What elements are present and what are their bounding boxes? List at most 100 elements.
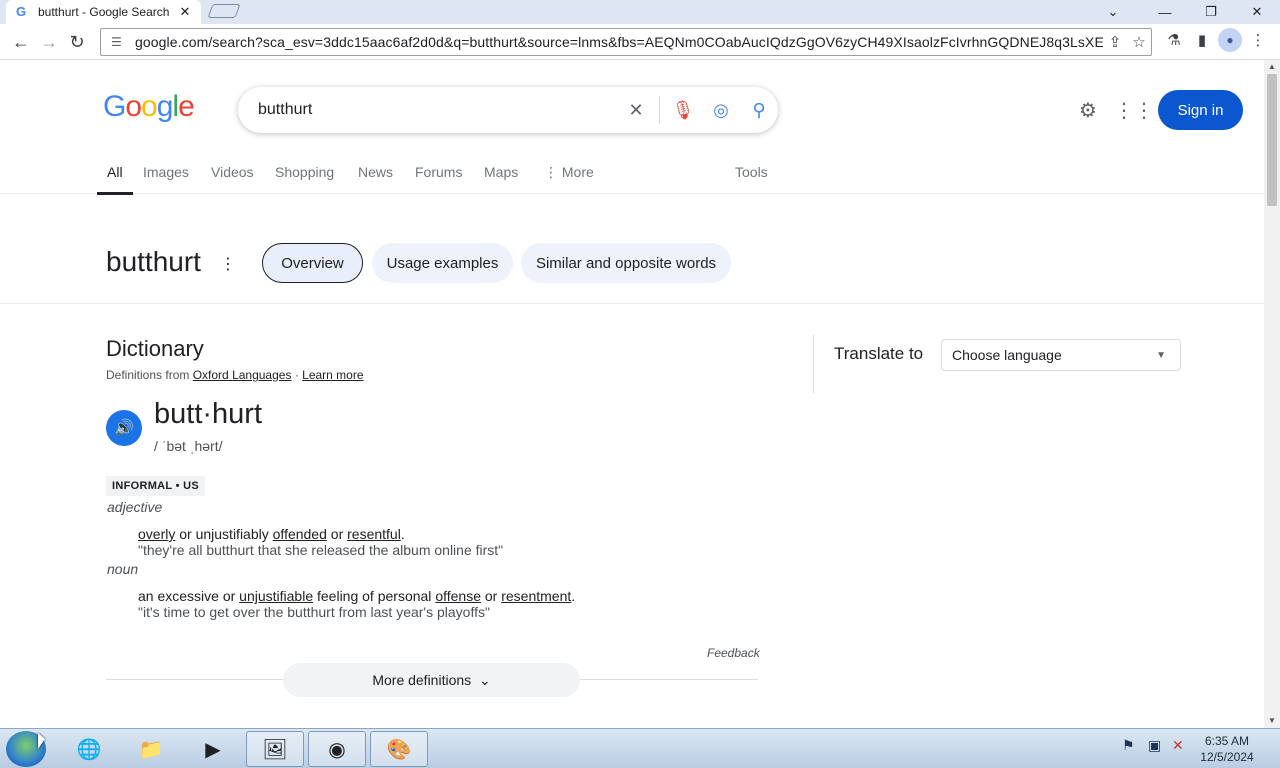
more-definitions-label: More definitions [372, 672, 472, 688]
definition-text: an excessive or unjustifiable feeling of… [138, 588, 575, 604]
windows-taskbar: 🌐 📁 ▶ 🖼 ◉ 🎨 ⚑ ▣ ✕ 6:35 AM 12/5/2024 [0, 728, 1280, 768]
paint-icon[interactable]: 🎨 [370, 731, 428, 767]
dropdown-arrow-icon: ▼ [1156, 349, 1166, 361]
reload-button[interactable]: ↻ [64, 30, 90, 54]
word-options-icon[interactable]: ⋮ [220, 254, 236, 274]
close-window-button[interactable]: ✕ [1234, 0, 1280, 24]
restore-button[interactable]: ❐ [1188, 0, 1234, 24]
chrome-taskbar-icon[interactable]: ◉ [308, 731, 366, 767]
feedback-link[interactable]: Feedback [707, 646, 760, 660]
address-bar[interactable]: ☰ google.com/search?sca_esv=3ddc15aac6af… [100, 28, 1152, 56]
scroll-up-icon[interactable]: ▲ [1264, 60, 1280, 74]
system-clock[interactable]: 6:35 AM 12/5/2024 [1196, 733, 1258, 765]
tab-more-label: More [561, 164, 594, 180]
google-favicon-icon: G [15, 4, 27, 19]
settings-gear-icon[interactable]: ⚙ [1074, 96, 1102, 124]
back-button[interactable]: ← [8, 30, 34, 54]
translate-label: Translate to [834, 344, 924, 363]
tab-shopping[interactable]: Shopping [275, 164, 334, 180]
more-definitions-button[interactable]: More definitions ⌄ [283, 663, 580, 697]
profile-avatar-icon[interactable]: ● [1218, 28, 1242, 52]
definition-fragment: feeling of personal [313, 588, 436, 604]
tab-images[interactable]: Images [143, 164, 189, 180]
scroll-down-icon[interactable]: ▼ [1264, 714, 1280, 728]
ie-browser-icon[interactable]: 🌐 [60, 731, 118, 767]
search-tabs: All Images Videos Shopping News Forums M… [0, 156, 1264, 195]
definition-fragment: . [400, 526, 405, 542]
example-sentence: "it's time to get over the butthurt from… [138, 604, 490, 620]
clock-time: 6:35 AM [1204, 734, 1250, 748]
clear-icon[interactable]: ✕ [617, 100, 655, 121]
chip-similar-opposite[interactable]: Similar and opposite words [521, 243, 731, 283]
tab-maps[interactable]: Maps [484, 164, 518, 180]
labs-flask-icon[interactable]: ⚗ [1162, 28, 1186, 52]
register-tag: INFORMAL • US [106, 476, 205, 496]
source-prefix: Definitions from [106, 368, 190, 382]
search-icon[interactable]: ⚲ [740, 100, 778, 121]
part-of-speech: adjective [107, 499, 163, 515]
tab-search-icon[interactable]: ⌄ [1090, 0, 1136, 24]
definition-text: overly or unjustifiably offended or rese… [138, 526, 405, 542]
dictionary-heading: Dictionary [106, 336, 204, 361]
sign-in-button[interactable]: Sign in [1158, 90, 1243, 130]
definition-fragment: . [571, 588, 576, 604]
tab-videos[interactable]: Videos [211, 164, 254, 180]
source-separator: · [294, 368, 299, 382]
language-select[interactable]: Choose language ▼ [941, 339, 1181, 371]
page-scrollbar[interactable]: ▲ ▼ [1264, 60, 1280, 728]
url-text: google.com/search?sca_esv=3ddc15aac6af2d… [135, 34, 1103, 50]
tab-more[interactable]: ⋮ More [544, 164, 594, 181]
tab-news[interactable]: News [358, 164, 393, 180]
language-select-value: Choose language [952, 347, 1062, 363]
tab-forums[interactable]: Forums [415, 164, 462, 180]
definition-fragment: or [480, 588, 502, 604]
link-offense[interactable]: offense [435, 588, 481, 604]
link-offended[interactable]: offended [273, 526, 327, 542]
tab-tools[interactable]: Tools [735, 164, 768, 180]
oxford-languages-link[interactable]: Oxford Languages [193, 368, 292, 382]
search-box[interactable]: butthurt ✕ 🎙 ◎ ⚲ [238, 87, 778, 133]
scrollbar-thumb[interactable] [1267, 74, 1277, 206]
tab-all[interactable]: All [97, 164, 132, 195]
side-panel-icon[interactable]: ▮ [1190, 28, 1214, 52]
share-icon[interactable]: ⇪ [1103, 33, 1127, 51]
definition-source: Definitions from Oxford Languages · Lear… [106, 368, 364, 382]
chip-usage-examples[interactable]: Usage examples [372, 243, 513, 283]
network-icon[interactable]: ▣ [1148, 737, 1161, 754]
search-results-page: Google butthurt ✕ 🎙 ◎ ⚲ ⚙ ⋮⋮ Sign in All… [0, 60, 1264, 728]
google-logo[interactable]: Google [103, 90, 195, 124]
divider [813, 335, 814, 393]
close-tab-icon[interactable]: ✕ [177, 4, 193, 20]
browser-tab[interactable]: G butthurt - Google Search ✕ [6, 0, 201, 24]
app-window-icon[interactable]: 🖼 [246, 731, 304, 767]
speaker-icon[interactable]: 🔊 [106, 410, 142, 446]
volume-muted-icon[interactable]: ✕ [1172, 737, 1184, 754]
file-explorer-icon[interactable]: 📁 [122, 731, 180, 767]
example-sentence: "they're all butthurt that she released … [138, 542, 504, 558]
clock-date: 12/5/2024 [1200, 750, 1254, 764]
link-resentful[interactable]: resentful [347, 526, 401, 542]
word-title: butthurt [106, 246, 201, 277]
microphone-icon[interactable]: 🎙 [664, 100, 702, 121]
learn-more-link[interactable]: Learn more [302, 368, 363, 382]
chevron-down-icon: ⌄ [478, 671, 491, 688]
new-tab-button[interactable] [207, 4, 241, 18]
menu-kebab-icon[interactable]: ⋮ [1246, 28, 1270, 52]
apps-grid-icon[interactable]: ⋮⋮ [1114, 96, 1154, 124]
minimize-button[interactable]: — [1142, 0, 1188, 24]
definition-fragment: or unjustifiably [175, 526, 273, 542]
forward-button[interactable]: → [36, 30, 62, 54]
link-resentment[interactable]: resentment [501, 588, 571, 604]
browser-toolbar: ← → ↻ ☰ google.com/search?sca_esv=3ddc15… [0, 24, 1280, 60]
link-unjustifiable[interactable]: unjustifiable [239, 588, 313, 604]
headword: butt·hurt [154, 398, 262, 430]
media-player-icon[interactable]: ▶ [184, 731, 242, 767]
action-center-flag-icon[interactable]: ⚑ [1122, 737, 1135, 754]
bookmark-star-icon[interactable]: ☆ [1127, 33, 1151, 51]
word-header-row: butthurt ⋮ Overview Usage examples Simil… [0, 194, 1264, 304]
search-input[interactable]: butthurt [258, 101, 617, 119]
lens-camera-icon[interactable]: ◎ [702, 100, 740, 121]
link-overly[interactable]: overly [138, 526, 175, 542]
site-info-icon[interactable]: ☰ [111, 35, 127, 49]
chip-overview[interactable]: Overview [262, 243, 363, 283]
